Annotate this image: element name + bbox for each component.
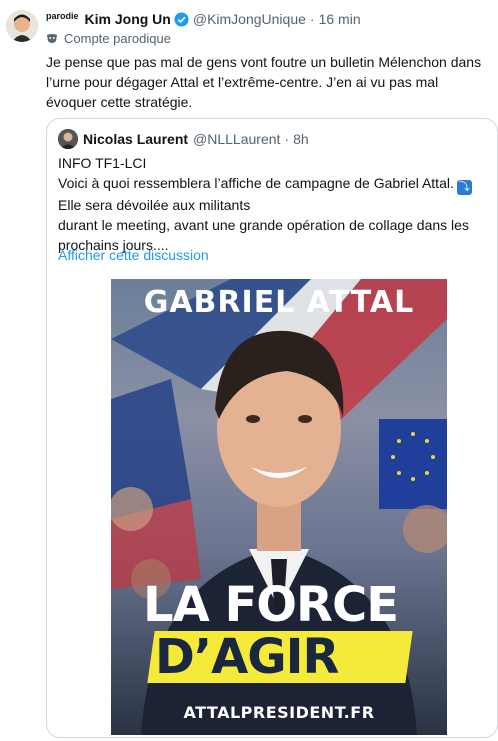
verified-badge-icon — [174, 11, 189, 27]
tweet-text: Je pense que pas mal de gens vont foutre… — [46, 54, 482, 110]
tweet-header: parodie Kim Jong Un @KimJongUnique · 16 … — [46, 10, 361, 28]
poster-url: ATTALPRESIDENT.FR — [183, 703, 375, 722]
separator: · — [309, 11, 315, 27]
parody-account-line: Compte parodique — [46, 31, 171, 46]
arrow-down-right-emoji: ⤵ — [456, 180, 472, 195]
campaign-poster-image[interactable]: GABRIEL ATTAL LA FORCE D’AGIR ATTALPRESI… — [111, 279, 447, 735]
quote-line: Voici à quoi ressemblera l’affiche de ca… — [58, 175, 454, 191]
parody-account-label: Compte parodique — [64, 31, 171, 46]
quote-header: Nicolas Laurent @NLLLaurent · 8h — [58, 129, 309, 149]
tweet-time[interactable]: 16 min — [319, 11, 361, 27]
quote-text: INFO TF1-LCI Voici à quoi ressemblera l’… — [58, 153, 488, 255]
author-name[interactable]: Kim Jong Un — [85, 11, 171, 27]
show-thread-link[interactable]: Afficher cette discussion — [58, 247, 209, 263]
quote-author-name[interactable]: Nicolas Laurent — [83, 131, 188, 147]
quote-line: INFO TF1-LCI — [58, 155, 147, 171]
parody-mask-icon — [46, 33, 58, 45]
quoted-tweet[interactable]: Nicolas Laurent @NLLLaurent · 8h INFO TF… — [46, 118, 498, 738]
parody-label: parodie — [46, 11, 79, 21]
quote-separator: · — [284, 131, 290, 147]
poster-slogan-line2: D’AGIR — [155, 629, 339, 685]
author-avatar[interactable] — [6, 10, 38, 42]
poster-title: GABRIEL ATTAL — [143, 285, 415, 320]
quote-line-with-emoji: Voici à quoi ressemblera l’affiche de ca… — [58, 173, 488, 195]
quote-author-handle[interactable]: @NLLLaurent — [193, 131, 280, 147]
quote-line: Elle sera dévoilée aux militants — [58, 197, 251, 213]
quote-avatar[interactable] — [58, 129, 78, 149]
poster-slogan-line1: LA FORCE — [143, 577, 399, 633]
author-handle[interactable]: @KimJongUnique — [193, 11, 306, 27]
quote-time[interactable]: 8h — [293, 131, 309, 147]
